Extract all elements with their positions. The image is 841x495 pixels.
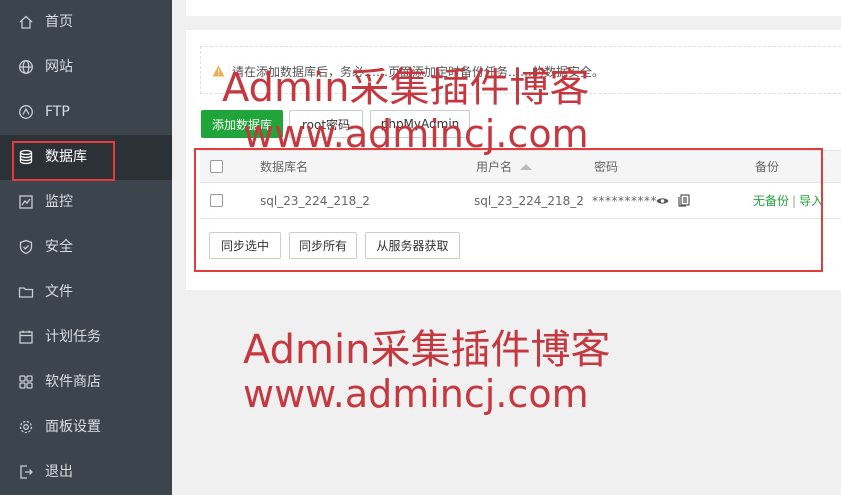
sidebar-item-label: 软件商店 [45,374,101,390]
shield-icon [18,239,34,255]
sidebar-item-security[interactable]: 安全 [0,225,172,270]
apps-icon [18,374,34,390]
sidebar-item-label: 网站 [45,59,73,75]
logout-icon [18,464,34,480]
sidebar-item-label: 安全 [45,239,73,255]
watermark-url: www.admincj.com [243,112,589,156]
ftp-icon [18,104,34,120]
monitor-icon [18,194,34,210]
sidebar-item-label: 文件 [45,284,73,300]
sidebar-item-label: FTP [45,104,70,120]
sidebar-item-ftp[interactable]: FTP [0,90,172,135]
sidebar-item-label: 计划任务 [45,329,101,345]
sidebar-item-home[interactable]: 首页 [0,0,172,45]
sidebar-item-label: 面板设置 [45,419,101,435]
highlight-box-database [12,141,115,181]
home-icon [18,14,34,30]
sidebar-item-cron[interactable]: 计划任务 [0,315,172,360]
sidebar-item-settings[interactable]: 面板设置 [0,405,172,450]
top-panel [186,0,841,16]
sidebar-item-website[interactable]: 网站 [0,45,172,90]
watermark-title: Admin采集插件博客 [222,65,590,111]
watermark-title: Admin采集插件博客 [243,327,611,373]
sidebar-item-monitor[interactable]: 监控 [0,180,172,225]
folder-icon [18,284,34,300]
calendar-icon [18,329,34,345]
sidebar-item-files[interactable]: 文件 [0,270,172,315]
globe-icon [18,59,34,75]
sidebar-item-logout[interactable]: 退出 [0,450,172,495]
gear-icon [18,419,34,435]
sidebar-item-label: 首页 [45,14,73,30]
watermark-url: www.admincj.com [243,372,589,416]
sidebar-item-label: 退出 [45,464,73,480]
sidebar: 首页 网站 FTP 数据库 监控 安全 文件 计划任务 软件商店 面板设置 退出 [0,0,172,495]
highlight-box-table [194,148,823,272]
sidebar-item-label: 监控 [45,194,73,210]
sidebar-item-store[interactable]: 软件商店 [0,360,172,405]
